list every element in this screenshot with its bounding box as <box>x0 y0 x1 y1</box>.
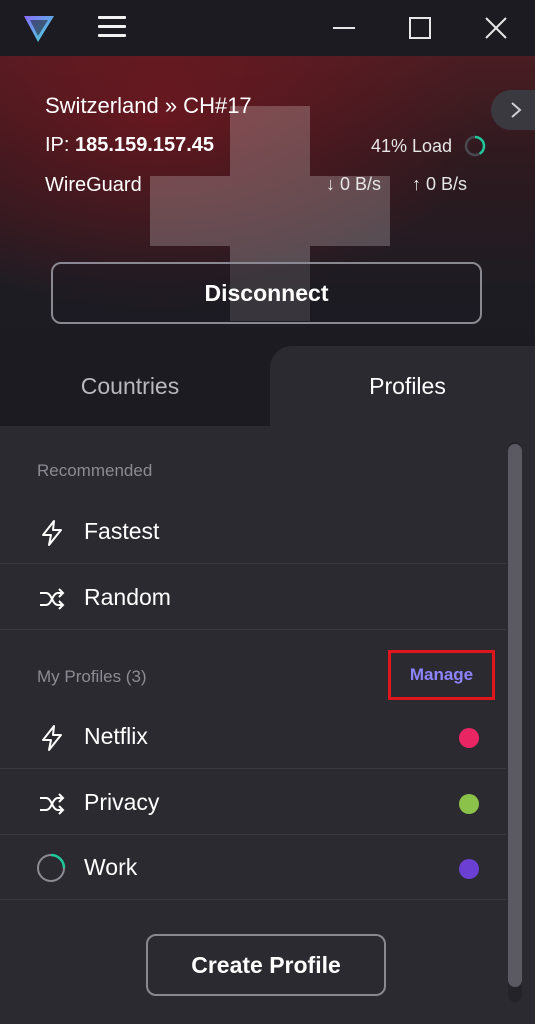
bolt-icon <box>42 725 62 751</box>
close-icon <box>485 17 507 39</box>
maximize-button[interactable] <box>400 8 440 48</box>
server-title: Switzerland » CH#17 <box>45 93 252 118</box>
download-speed: ↓ 0 B/s <box>326 174 381 195</box>
close-button[interactable] <box>476 8 516 48</box>
protonvpn-window: Switzerland » CH#17 IP: 185.159.157.45 W… <box>0 0 535 1024</box>
scrollbar-thumb[interactable] <box>508 444 522 987</box>
disconnect-button[interactable]: Disconnect <box>51 262 482 324</box>
tab-countries[interactable]: Countries <box>0 346 290 426</box>
ip-label: IP: <box>45 134 70 156</box>
bolt-icon <box>42 520 62 546</box>
my-profiles-heading: My Profiles (3) <box>37 667 147 686</box>
protonvpn-logo-icon <box>24 16 54 42</box>
maximize-icon <box>409 17 431 39</box>
ip-value: 185.159.157.45 <box>75 134 215 156</box>
tab-bar: Countries Profiles <box>0 346 535 426</box>
profile-color-dot <box>459 728 479 748</box>
ip-address: IP: 185.159.157.45 <box>45 134 214 157</box>
hamburger-menu-icon[interactable] <box>98 16 126 40</box>
protocol-label: WireGuard <box>45 174 142 196</box>
profile-color-dot <box>459 794 479 814</box>
profile-label: Privacy <box>84 789 160 815</box>
profile-label: Netflix <box>84 723 148 749</box>
spinner-icon <box>37 853 66 882</box>
profile-label: Fastest <box>84 518 160 544</box>
load-ring-icon <box>464 135 486 157</box>
shuffle-icon <box>40 793 65 815</box>
title-bar <box>0 0 535 56</box>
profile-label: Random <box>84 584 171 610</box>
tab-profiles[interactable]: Profiles <box>270 346 535 426</box>
upload-speed-value: 0 B/s <box>426 174 468 194</box>
recommended-heading: Recommended <box>37 461 153 480</box>
download-speed-value: 0 B/s <box>340 174 382 194</box>
create-profile-button[interactable]: Create Profile <box>146 934 386 996</box>
minimize-icon <box>333 27 355 29</box>
chevron-right-icon <box>511 102 522 118</box>
arrow-up-icon: ↑ <box>412 174 427 194</box>
profile-row-netflix[interactable]: Netflix <box>0 704 506 769</box>
profiles-panel: Recommended Fastest Random My Profiles (… <box>0 426 535 1024</box>
server-load-label: 41% Load <box>371 136 453 156</box>
manage-profiles-link[interactable]: Manage <box>388 650 495 700</box>
profile-row-random[interactable]: Random <box>0 565 506 630</box>
arrow-down-icon: ↓ <box>326 174 341 194</box>
upload-speed: ↑ 0 B/s <box>412 174 467 195</box>
profile-label: Work <box>84 854 138 880</box>
connection-panel: Switzerland » CH#17 IP: 185.159.157.45 W… <box>0 56 535 346</box>
profile-row-privacy[interactable]: Privacy <box>0 770 506 835</box>
profile-row-work[interactable]: Work <box>0 835 506 900</box>
shuffle-icon <box>40 588 65 610</box>
profile-row-fastest[interactable]: Fastest <box>0 499 506 564</box>
expand-sidebar-button[interactable] <box>491 90 535 130</box>
profile-color-dot <box>459 859 479 879</box>
minimize-button[interactable] <box>324 8 364 48</box>
